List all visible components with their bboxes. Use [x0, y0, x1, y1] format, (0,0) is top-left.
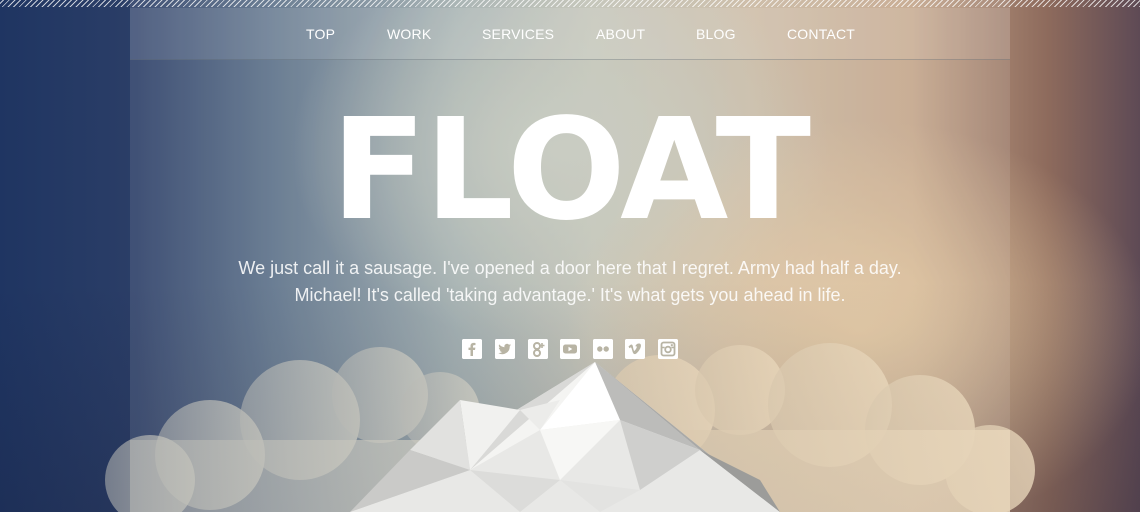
facebook-icon[interactable]: [462, 339, 482, 359]
tagline-line-2: Michael! It's called 'taking advantage.'…: [294, 285, 846, 305]
twitter-icon[interactable]: [495, 339, 515, 359]
youtube-icon[interactable]: [560, 339, 580, 359]
google-plus-icon[interactable]: [528, 339, 548, 359]
vimeo-icon[interactable]: [625, 339, 645, 359]
social-links: [0, 339, 1140, 359]
top-hatch-stripe: [0, 0, 1140, 7]
nav-item-work[interactable]: WORK: [387, 26, 431, 42]
nav-item-services[interactable]: SERVICES: [482, 26, 554, 42]
hero-tagline: We just call it a sausage. I've opened a…: [0, 255, 1140, 309]
tagline-line-1: We just call it a sausage. I've opened a…: [238, 258, 902, 278]
nav-item-contact[interactable]: CONTACT: [787, 26, 855, 42]
nav-item-top[interactable]: TOP: [306, 26, 335, 42]
main-nav: TOP WORK SERVICES ABOUT BLOG CONTACT: [130, 8, 1010, 60]
site-title: FLOAT: [330, 89, 811, 252]
nav-item-about[interactable]: ABOUT: [596, 26, 645, 42]
page: TOP WORK SERVICES ABOUT BLOG CONTACT FLO…: [0, 0, 1140, 512]
flickr-icon[interactable]: [593, 339, 613, 359]
nav-item-blog[interactable]: BLOG: [696, 26, 736, 42]
instagram-icon[interactable]: [658, 339, 678, 359]
